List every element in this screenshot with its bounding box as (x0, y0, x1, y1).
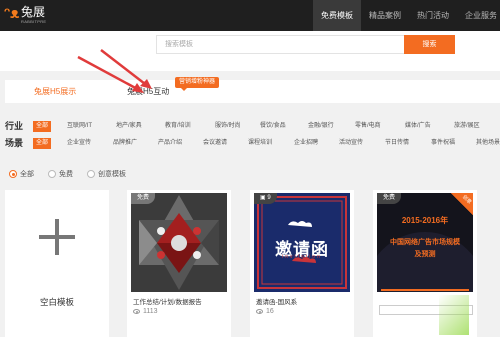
industry-option[interactable]: 金融/银行 (308, 119, 334, 133)
nav-featured-cases[interactable]: 精品案例 (361, 0, 409, 31)
industry-option[interactable]: 服饰/时尚 (215, 119, 241, 133)
radio-label: 创意模板 (98, 171, 126, 178)
geometric-poster-image (131, 193, 227, 292)
industry-filter: 行业 全部 互联网/IT 地产/家具 教育/培训 服饰/时尚 餐饮/食品 金融/… (5, 119, 500, 133)
nav-hot-events[interactable]: 热门活动 (409, 0, 457, 31)
view-count: 1113 (143, 308, 158, 315)
view-count: 16 (266, 308, 274, 315)
scene-all-button[interactable]: 全部 (33, 138, 52, 149)
scene-option[interactable]: 活动宣传 (339, 136, 363, 150)
marketing-tag-badge: 营销增粉神器 (175, 77, 220, 91)
free-badge: 免费 (131, 193, 156, 204)
industry-all-button[interactable]: 全部 (33, 121, 52, 132)
template-views: 16 (256, 308, 274, 315)
radio-unchecked-icon (48, 170, 56, 178)
page-count: 9 (267, 195, 271, 201)
eye-icon (133, 309, 140, 314)
top-bar: ᵔᴥ 兔展 RABBITPRE 免费模板 精品案例 热门活动 企业服务 (0, 0, 500, 31)
tab-h5-interactive[interactable]: 兔展H5互动 (127, 80, 169, 103)
radio-free[interactable]: 免费 (48, 169, 73, 179)
thumb-line2: 及预测 (414, 251, 436, 258)
scene-option[interactable]: 节日传情 (385, 136, 409, 150)
rabbit-icon: ᵔᴥ (4, 5, 20, 22)
search-area: 搜索模板 搜索 (0, 31, 500, 71)
industry-option[interactable]: 零售/电商 (355, 119, 381, 133)
search-button[interactable]: 搜索 (404, 35, 455, 54)
industry-label: 行业 (5, 121, 24, 131)
scene-option[interactable]: 企业宣传 (67, 136, 91, 150)
scene-option[interactable]: 企业招聘 (294, 136, 318, 150)
highlight-overlay (439, 295, 469, 335)
product-tabs: 兔展H5展示 兔展H5互动 (5, 80, 500, 103)
industry-option[interactable]: 餐饮/食品 (260, 119, 286, 133)
industry-option[interactable]: 互联网/IT (67, 119, 92, 133)
scene-label: 场景 (5, 138, 24, 148)
nav-free-templates[interactable]: 免费模板 (313, 0, 361, 31)
template-type-filter: 全部 免费 创意模板 (9, 169, 140, 179)
radio-label: 免费 (59, 171, 73, 178)
scene-option[interactable]: 产品介绍 (158, 136, 182, 150)
brand-sub: RABBITPRE (21, 19, 47, 24)
main-nav: 免费模板 精品案例 热门活动 企业服务 (313, 0, 500, 31)
radio-unchecked-icon (87, 170, 95, 178)
radio-creative[interactable]: 创意模板 (87, 169, 126, 179)
template-card[interactable]: 免费 工作总结/计划/数据报告 1113 (127, 190, 231, 337)
template-views: 1113 (133, 308, 158, 315)
brand-name: 兔展 (21, 5, 46, 19)
thumb-year: 2015-2016年 (401, 216, 449, 225)
scene-option[interactable]: 课程培训 (248, 136, 272, 150)
corner-tag-text: 创意 (460, 194, 473, 206)
eye-icon (256, 309, 263, 314)
template-title: 邀请函-国风系 (256, 299, 298, 306)
nav-enterprise-services[interactable]: 企业服务 (457, 0, 500, 31)
radio-all[interactable]: 全部 (9, 169, 34, 179)
template-thumbnail: 邀请函 invitation ▣ 9 (254, 193, 350, 292)
search-input[interactable]: 搜索模板 (156, 35, 406, 54)
template-card[interactable]: 邀请函 invitation ▣ 9 邀请函-国风系 16 (250, 190, 354, 337)
plus-icon (35, 215, 79, 259)
free-badge: 免费 (377, 193, 402, 204)
creative-corner-tag: 创意 (451, 193, 473, 215)
count-badge: ▣ 9 (254, 193, 277, 204)
tab-h5-display[interactable]: 兔展H5展示 (34, 80, 76, 103)
industry-option[interactable]: 教育/培训 (165, 119, 191, 133)
brand-logo[interactable]: ᵔᴥ 兔展 RABBITPRE (4, 5, 64, 27)
scene-filter: 场景 全部 企业宣传 品牌推广 产品介绍 会议邀请 课程培训 企业招聘 活动宣传… (5, 136, 500, 150)
blank-template-card[interactable]: 空白模板 (5, 190, 109, 337)
thumb-line1: 中国网络广告市场规模 (390, 239, 460, 246)
scene-option[interactable]: 品牌推广 (113, 136, 137, 150)
invitation-thumb-sub: invitation (282, 254, 322, 260)
template-title: 工作总结/计划/数据报告 (133, 299, 202, 306)
radio-label: 全部 (20, 171, 34, 178)
industry-option[interactable]: 旅游/展区 (454, 119, 480, 133)
scene-option[interactable]: 会议邀请 (203, 136, 227, 150)
scene-option[interactable]: 事件祝福 (431, 136, 455, 150)
scene-option[interactable]: 其他场景 (476, 136, 500, 150)
template-thumbnail: 免费 (131, 193, 227, 292)
radio-checked-icon (9, 170, 17, 178)
template-thumbnail: 2015-2016年 中国网络广告市场规模 及预测 免费 创意 (377, 193, 473, 292)
blank-template-label: 空白模板 (39, 297, 74, 307)
industry-option[interactable]: 媒体/广告 (405, 119, 431, 133)
industry-option[interactable]: 地产/家具 (116, 119, 142, 133)
